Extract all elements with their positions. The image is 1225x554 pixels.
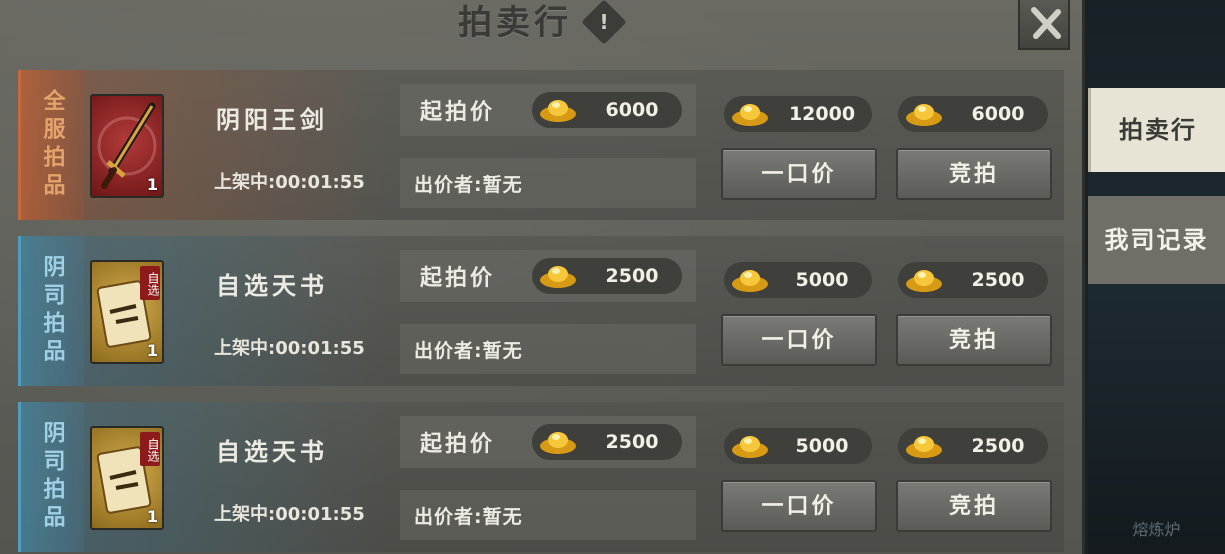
gold-ingot-icon xyxy=(906,436,942,458)
bid-price-pill: 2500 xyxy=(898,262,1048,298)
start-price-box: 起拍价 2500 xyxy=(400,416,696,468)
item-name: 阴阳王剑 xyxy=(216,105,328,134)
item-count: 1 xyxy=(146,175,158,194)
window-title: 拍卖行 xyxy=(458,3,572,43)
start-price-value: 6000 xyxy=(605,99,659,121)
listing-tag: 全服拍品 xyxy=(18,70,84,220)
bid-price-pill: 2500 xyxy=(898,428,1048,464)
gold-ingot-icon xyxy=(540,432,576,454)
start-price-value: 2500 xyxy=(605,431,659,453)
buyout-button[interactable]: 一口价 xyxy=(721,148,877,200)
gold-ingot-icon xyxy=(732,104,768,126)
bid-button[interactable]: 竞拍 xyxy=(896,314,1052,366)
item-name: 自选天书 xyxy=(216,437,328,466)
bid-price-pill: 6000 xyxy=(898,96,1048,132)
listing-row: 全服拍品 1 阴阳王剑 上架中:00:01:55 起拍价 6000 出价者:暂无… xyxy=(18,70,1064,220)
sword-icon[interactable]: 1 xyxy=(90,94,164,198)
item-name: 自选天书 xyxy=(216,271,328,300)
gold-ingot-icon xyxy=(906,104,942,126)
listing-row: 阴司拍品 自选 1 自选天书 上架中:00:01:55 起拍价 2500 出价者… xyxy=(18,402,1064,552)
buyout-price-value: 5000 xyxy=(795,269,849,291)
gold-ingot-icon xyxy=(732,270,768,292)
bid-price-value: 6000 xyxy=(971,103,1025,125)
buyout-button[interactable]: 一口价 xyxy=(721,480,877,532)
bidder-box: 出价者:暂无 xyxy=(400,490,696,540)
buyout-price-pill: 12000 xyxy=(724,96,872,132)
start-price-pill: 2500 xyxy=(532,424,682,460)
start-price-label: 起拍价 xyxy=(420,431,496,457)
bidder-text: 出价者:暂无 xyxy=(414,174,523,196)
start-price-label: 起拍价 xyxy=(420,99,496,125)
gold-ingot-icon xyxy=(906,270,942,292)
close-button[interactable] xyxy=(1018,0,1070,50)
scroll-icon[interactable]: 自选 1 xyxy=(90,426,164,530)
bid-button[interactable]: 竞拍 xyxy=(896,480,1052,532)
listing-row: 阴司拍品 自选 1 自选天书 上架中:00:01:55 起拍价 2500 出价者… xyxy=(18,236,1064,386)
item-count: 1 xyxy=(146,507,158,526)
gold-ingot-icon xyxy=(540,266,576,288)
close-icon xyxy=(1031,7,1061,39)
scroll-icon[interactable]: 自选 1 xyxy=(90,260,164,364)
bid-price-value: 2500 xyxy=(971,269,1025,291)
bidder-text: 出价者:暂无 xyxy=(414,340,523,362)
buyout-price-value: 5000 xyxy=(795,435,849,457)
buyout-price-value: 12000 xyxy=(788,103,856,125)
listing-tag: 阴司拍品 xyxy=(18,402,84,552)
buyout-price-pill: 5000 xyxy=(724,262,872,298)
gold-ingot-icon xyxy=(540,100,576,122)
auction-panel: 拍卖行 ! 全服拍品 1 阴阳王剑 上架中:00:01:55 起拍价 6000 … xyxy=(0,0,1085,554)
start-price-pill: 6000 xyxy=(532,92,682,128)
listing-time: 上架中:00:01:55 xyxy=(214,504,365,525)
stamp-label: 自选 xyxy=(140,432,160,466)
bidder-text: 出价者:暂无 xyxy=(414,506,523,528)
side-nav: 拍卖行 我司记录 xyxy=(1088,0,1225,554)
tab-auction[interactable]: 拍卖行 xyxy=(1088,88,1225,172)
tab-records[interactable]: 我司记录 xyxy=(1088,196,1225,284)
bidder-box: 出价者:暂无 xyxy=(400,324,696,374)
buyout-price-pill: 5000 xyxy=(724,428,872,464)
bid-button[interactable]: 竞拍 xyxy=(896,148,1052,200)
start-price-pill: 2500 xyxy=(532,258,682,294)
bid-price-value: 2500 xyxy=(971,435,1025,457)
stamp-label: 自选 xyxy=(140,266,160,300)
gold-ingot-icon xyxy=(732,436,768,458)
buyout-button[interactable]: 一口价 xyxy=(721,314,877,366)
item-count: 1 xyxy=(146,341,158,360)
start-price-box: 起拍价 2500 xyxy=(400,250,696,302)
furnace-label[interactable]: 熔炼炉 xyxy=(1088,506,1225,554)
info-icon[interactable]: ! xyxy=(581,0,627,45)
title-bar: 拍卖行 ! xyxy=(0,0,1085,52)
listing-time: 上架中:00:01:55 xyxy=(214,172,365,193)
start-price-label: 起拍价 xyxy=(420,265,496,291)
bidder-box: 出价者:暂无 xyxy=(400,158,696,208)
start-price-value: 2500 xyxy=(605,265,659,287)
listing-time: 上架中:00:01:55 xyxy=(214,338,365,359)
listing-tag: 阴司拍品 xyxy=(18,236,84,386)
start-price-box: 起拍价 6000 xyxy=(400,84,696,136)
